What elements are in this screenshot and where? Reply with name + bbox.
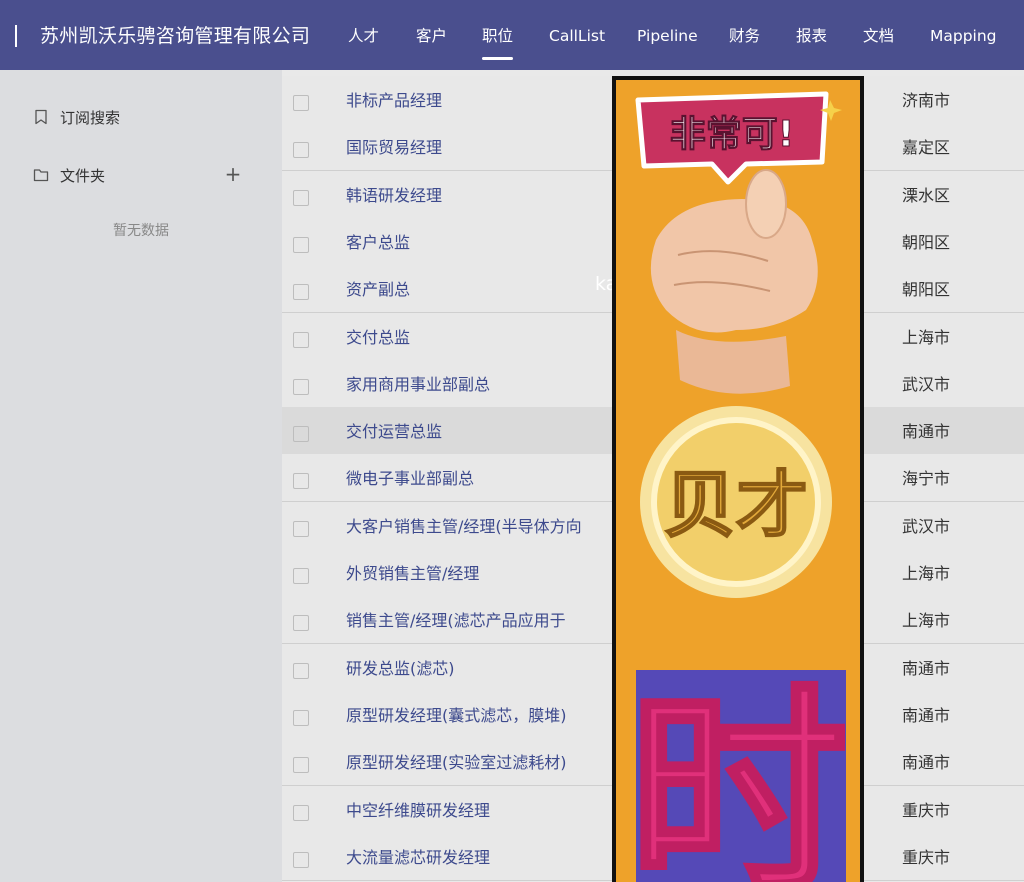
nav-tab-pipeline[interactable]: Pipeline: [637, 24, 698, 48]
row-checkbox[interactable]: [293, 615, 309, 632]
job-title-link[interactable]: 销售主管/经理(滤芯产品应用于: [346, 609, 566, 633]
row-checkbox[interactable]: [293, 236, 309, 253]
ad-banner[interactable]: 非常可! 贝才 时: [612, 76, 864, 882]
job-city: 溧水区: [902, 185, 951, 205]
job-title-link[interactable]: 国际贸易经理: [346, 136, 442, 160]
job-title-link[interactable]: 非标产品经理: [346, 89, 442, 113]
row-checkbox[interactable]: [293, 331, 309, 348]
pointing-hand-image: [650, 169, 818, 394]
job-city: 南通市: [902, 658, 951, 678]
row-checkbox[interactable]: [293, 284, 309, 301]
top-navigation-bar: 苏州凯沃乐骋咨询管理有限公司 人才 客户 职位 CallList Pipelin…: [0, 0, 1024, 70]
row-checkbox[interactable]: [293, 95, 309, 111]
big-character: 时: [628, 666, 848, 882]
row-checkbox[interactable]: [293, 851, 309, 868]
job-city: 南通市: [902, 753, 951, 773]
folder-label: 文件夹: [60, 166, 106, 185]
coin-text: 贝才: [664, 463, 808, 547]
empty-state-text: 暂无数据: [113, 223, 169, 239]
job-city: 南通市: [902, 422, 951, 442]
job-city: 朝阳区: [902, 232, 951, 252]
row-checkbox[interactable]: [293, 568, 309, 584]
folder-icon: [33, 167, 49, 183]
job-title-link[interactable]: 客户总监: [346, 231, 410, 255]
job-title-link[interactable]: 原型研发经理(实验室过滤耗材): [346, 751, 567, 775]
job-city: 武汉市: [902, 516, 951, 536]
brush-character-graphic: 时: [626, 664, 850, 882]
job-title-link[interactable]: 大流量滤芯研发经理: [346, 846, 490, 870]
row-checkbox[interactable]: [293, 709, 309, 726]
nav-tab-clients[interactable]: 客户: [416, 24, 447, 48]
badge-text: 非常可!: [670, 114, 794, 155]
job-title-link[interactable]: 研发总监(滤芯): [346, 657, 455, 681]
job-city: 海宁市: [902, 469, 951, 489]
badge-graphic: 非常可!: [635, 91, 842, 185]
job-title-link[interactable]: 韩语研发经理: [346, 184, 442, 208]
job-city: 嘉定区: [902, 138, 951, 158]
job-city: 重庆市: [902, 800, 951, 820]
job-title-link[interactable]: 交付运营总监: [346, 420, 442, 444]
job-title-link[interactable]: 微电子事业部副总: [346, 467, 474, 491]
nav-tab-documents[interactable]: 文档: [863, 24, 894, 48]
job-city: 上海市: [902, 564, 951, 583]
job-city: 武汉市: [902, 374, 951, 394]
job-city: 朝阳区: [902, 280, 951, 300]
job-title-link[interactable]: 中空纤维膜研发经理: [346, 799, 490, 823]
nav-tab-mapping[interactable]: Mapping: [930, 24, 997, 48]
row-checkbox[interactable]: [293, 662, 309, 679]
nav-tab-positions[interactable]: 职位: [482, 24, 514, 60]
row-checkbox[interactable]: [293, 142, 309, 159]
bookmark-icon: [33, 109, 49, 125]
company-name: 苏州凯沃乐骋咨询管理有限公司: [40, 25, 311, 47]
coin-image: 贝才: [640, 406, 832, 598]
row-checkbox[interactable]: [293, 520, 309, 537]
job-title-link[interactable]: 外贸销售主管/经理: [346, 562, 479, 586]
job-city: 南通市: [902, 705, 951, 725]
row-checkbox[interactable]: [293, 757, 309, 774]
job-city: 重庆市: [902, 847, 951, 867]
job-title-link[interactable]: 交付总监: [346, 326, 410, 350]
job-city: 上海市: [902, 611, 951, 631]
add-folder-icon[interactable]: +: [223, 164, 243, 184]
job-title-link[interactable]: 资产副总: [346, 278, 410, 302]
job-title-link[interactable]: 原型研发经理(囊式滤芯，膜堆): [346, 704, 567, 728]
subscribe-search-label: 订阅搜索: [60, 108, 121, 127]
row-checkbox[interactable]: [293, 189, 309, 206]
job-title-link[interactable]: 家用商用事业部副总: [346, 373, 490, 397]
nav-tab-finance[interactable]: 财务: [729, 24, 760, 48]
job-city: 济南市: [902, 91, 951, 110]
nav-tab-calllist[interactable]: CallList: [549, 24, 605, 48]
folder-item[interactable]: 文件夹: [33, 163, 105, 187]
job-title-link[interactable]: 大客户销售主管/经理(半导体方向: [346, 515, 582, 539]
row-checkbox[interactable]: [293, 804, 309, 821]
header-divider: [15, 25, 17, 47]
nav-tab-talent[interactable]: 人才: [348, 24, 379, 48]
sidebar: 订阅搜索 文件夹 + 暂无数据: [0, 70, 282, 882]
nav-tab-reports[interactable]: 报表: [796, 24, 827, 48]
row-checkbox[interactable]: [293, 473, 309, 490]
job-city: 上海市: [902, 327, 951, 347]
subscribe-search-item[interactable]: 订阅搜索: [33, 105, 120, 129]
row-checkbox[interactable]: [293, 426, 309, 443]
row-checkbox[interactable]: [293, 378, 309, 395]
